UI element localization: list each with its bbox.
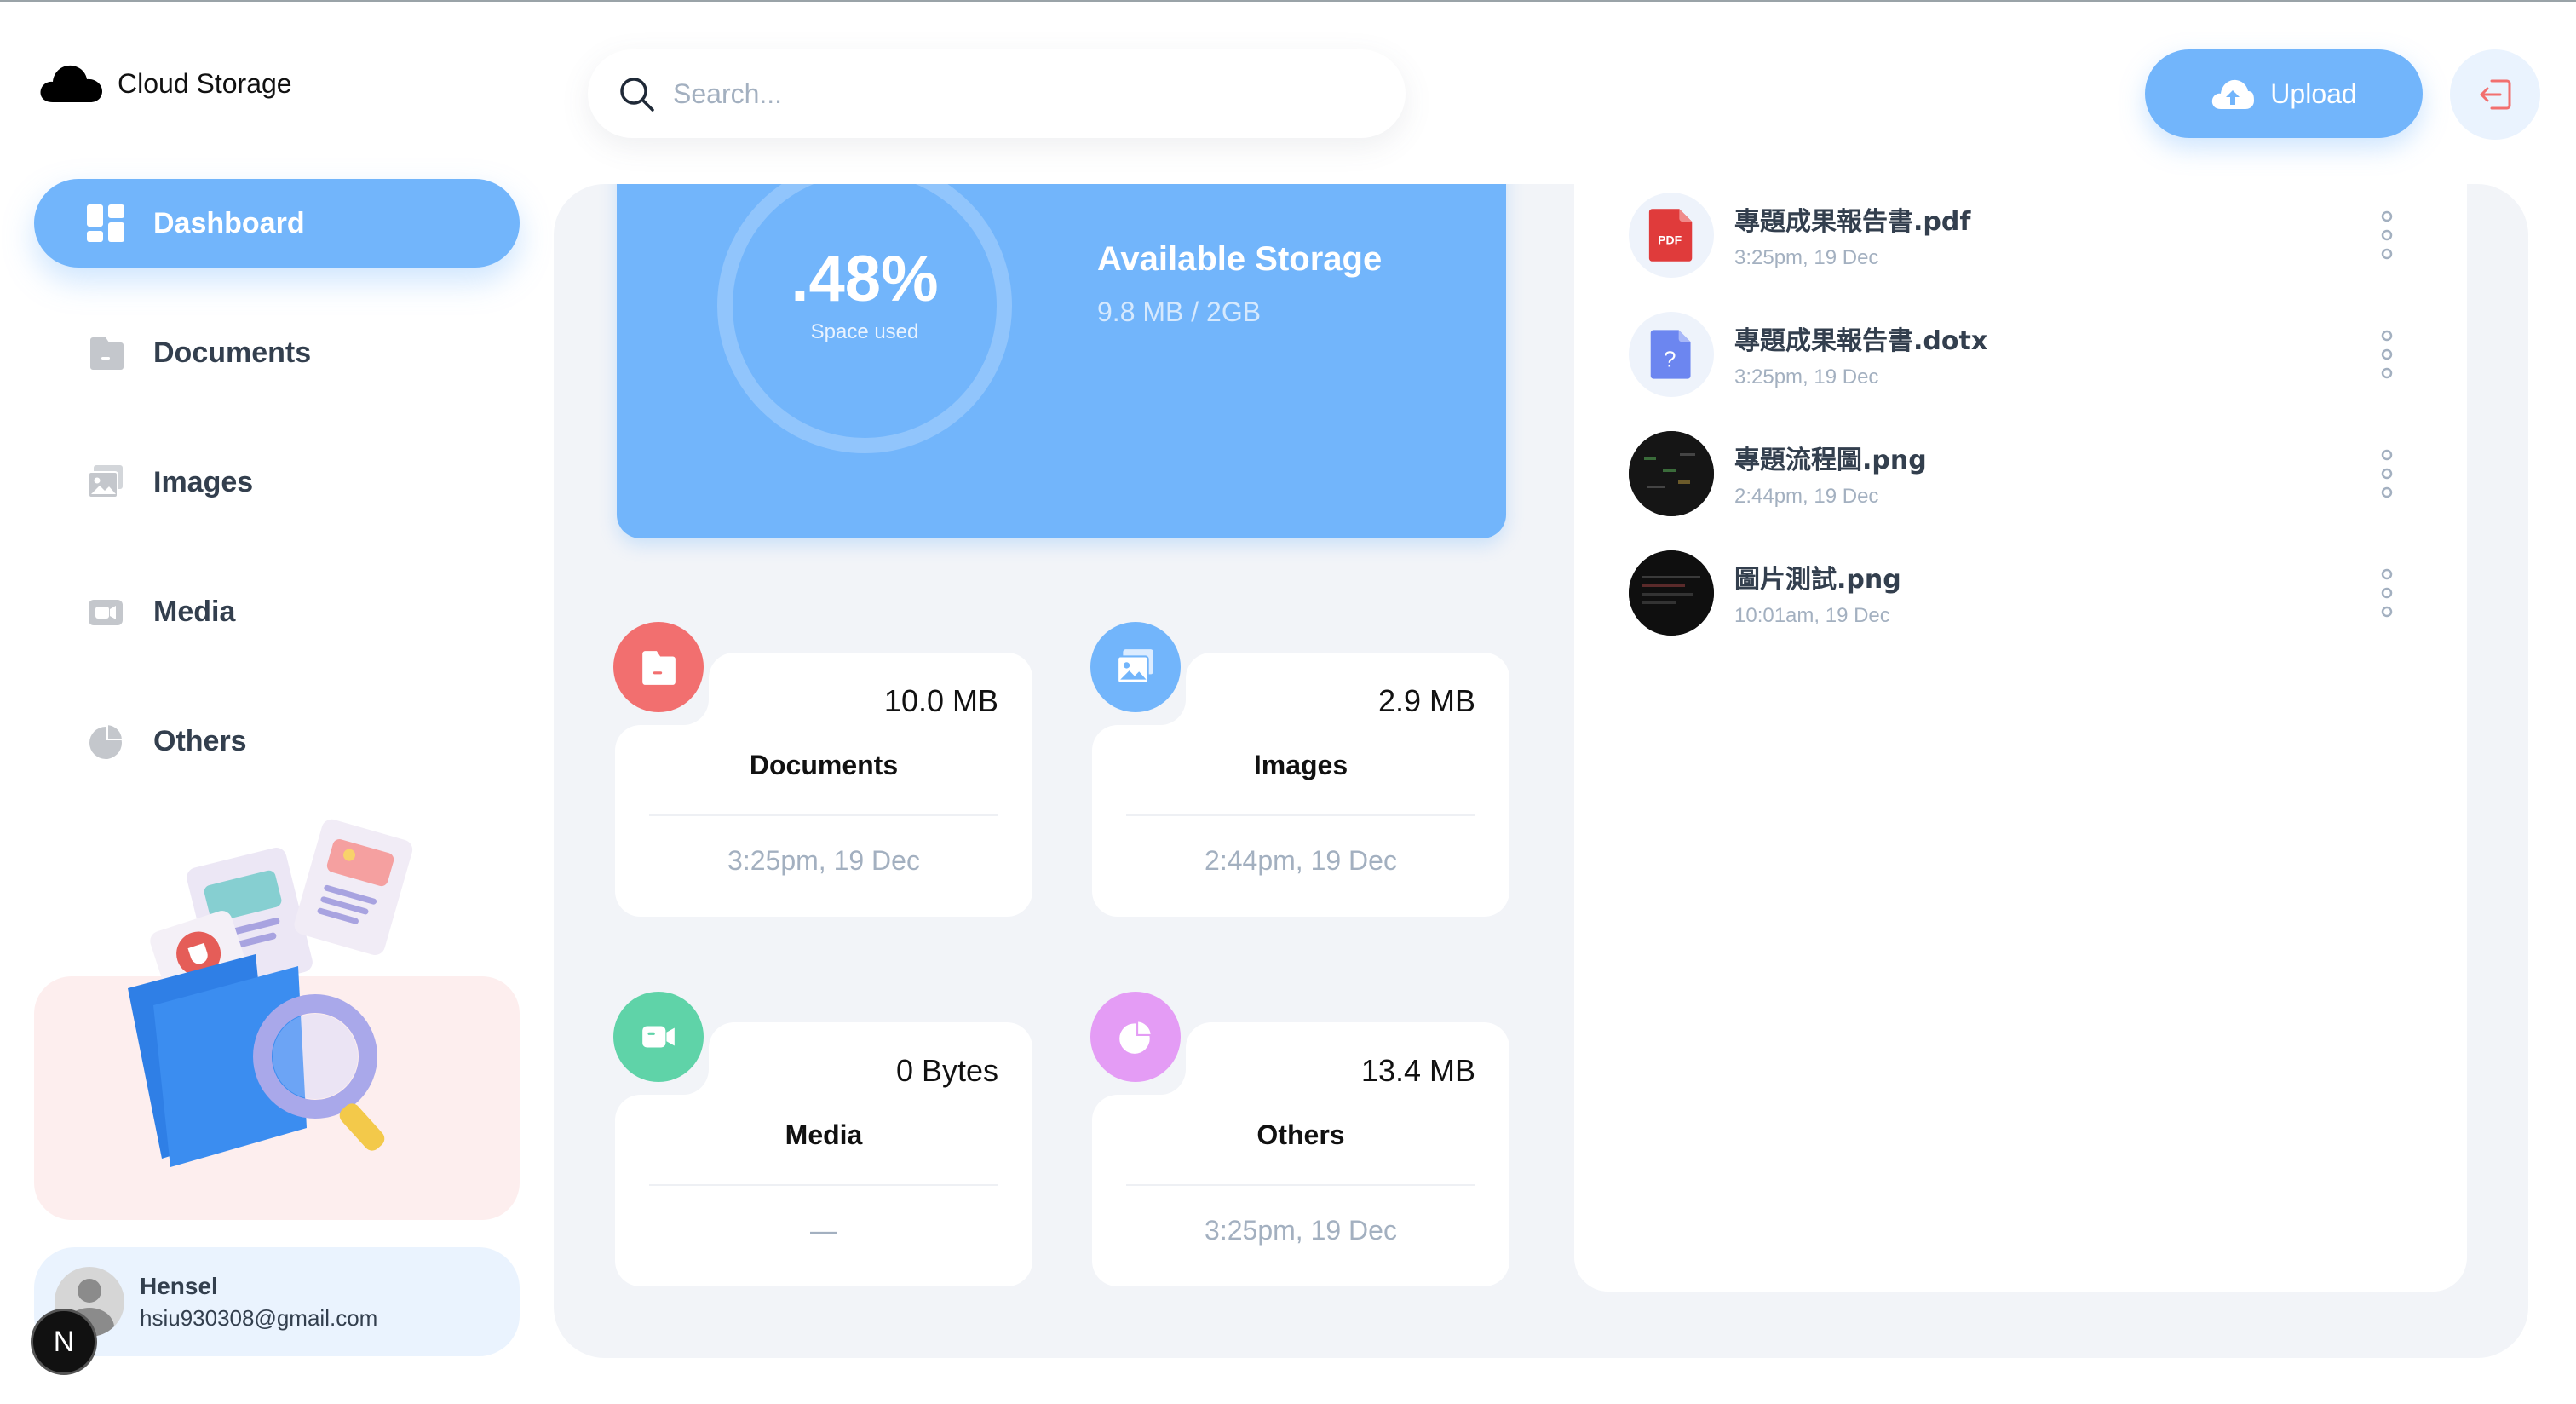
images-icon: [1117, 649, 1153, 684]
file-thumbnail: ?: [1629, 312, 1714, 397]
sidebar-nav: Dashboard Documents Images Media Others: [34, 179, 520, 826]
pdf-file-icon: PDF: [1648, 209, 1693, 262]
category-icon-badge: [613, 622, 704, 712]
category-icon-badge: [1090, 992, 1181, 1082]
user-profile[interactable]: Hensel hsiu930308@gmail.com: [34, 1247, 520, 1356]
app-title: Cloud Storage: [118, 67, 292, 99]
user-name: Hensel: [140, 1272, 218, 1299]
search-input[interactable]: [673, 78, 1354, 110]
divider: [649, 1184, 998, 1186]
sidebar-item-label: Documents: [153, 336, 312, 369]
category-name: Media: [785, 1119, 863, 1150]
file-name: 圖片測試.png: [1734, 565, 1901, 595]
category-date: 3:25pm, 19 Dec: [1205, 1215, 1397, 1246]
video-icon: [642, 1026, 675, 1048]
divider: [649, 814, 998, 816]
list-item[interactable]: 專題流程圖.png 2:44pm, 19 Dec: [1629, 431, 2429, 516]
image-preview-icon: [1629, 431, 1714, 516]
divider: [1126, 814, 1475, 816]
available-storage-value: 9.8 MB / 2GB: [1097, 296, 1262, 327]
sidebar-item-label: Images: [153, 465, 254, 498]
storage-percent: .48%: [791, 243, 939, 315]
list-item[interactable]: PDF 專題成果報告書.pdf 3:25pm, 19 Dec: [1629, 193, 2429, 278]
sidebar-item-label: Media: [153, 595, 236, 628]
pie-chart-icon: [1119, 1020, 1153, 1054]
category-card-documents[interactable]: 10.0 MB Documents 3:25pm, 19 Dec: [613, 622, 1032, 917]
category-date: —: [810, 1215, 837, 1246]
sidebar-item-documents[interactable]: Documents: [34, 308, 520, 397]
list-item[interactable]: ? 專題成果報告書.dotx 3:25pm, 19 Dec: [1629, 312, 2429, 397]
category-size: 2.9 MB: [1377, 683, 1475, 718]
sidebar-item-dashboard[interactable]: Dashboard: [34, 179, 520, 268]
sidebar-item-images[interactable]: Images: [34, 438, 520, 526]
category-size: 0 Bytes: [895, 1053, 998, 1088]
divider: [1126, 1184, 1475, 1186]
category-date: 2:44pm, 19 Dec: [1205, 845, 1397, 876]
more-vertical-icon[interactable]: [2378, 329, 2395, 380]
image-preview-icon: [1629, 550, 1714, 636]
main-content: .48% Space used Available Storage 9.8 MB…: [554, 184, 2528, 1358]
category-size: 10.0 MB: [883, 683, 998, 718]
category-card-images[interactable]: 2.9 MB Images 2:44pm, 19 Dec: [1090, 622, 1509, 917]
upload-label: Upload: [2270, 78, 2357, 109]
category-name: Documents: [749, 750, 899, 780]
storage-usage-ring: [717, 184, 1012, 453]
more-vertical-icon[interactable]: [2378, 210, 2395, 261]
dashboard-icon: [87, 204, 124, 242]
images-icon: [88, 465, 123, 498]
search-bar[interactable]: [588, 49, 1406, 138]
file-thumbnail: [1629, 550, 1714, 636]
file-name: 專題成果報告書.pdf: [1734, 207, 1971, 237]
unknown-file-icon: ?: [1650, 330, 1691, 379]
user-email: hsiu930308@gmail.com: [140, 1304, 378, 1331]
category-card-media[interactable]: 0 Bytes Media —: [613, 992, 1032, 1286]
category-icon-badge: [613, 992, 704, 1082]
file-date: 10:01am, 19 Dec: [1734, 604, 1890, 627]
document-icon: [90, 337, 124, 370]
document-icon: [642, 651, 676, 685]
category-name: Images: [1253, 750, 1348, 780]
category-date: 3:25pm, 19 Dec: [727, 845, 920, 876]
more-vertical-icon[interactable]: [2378, 448, 2395, 499]
cloud-upload-icon: [2212, 79, 2255, 109]
file-thumbnail: [1629, 431, 1714, 516]
cloud-icon: [40, 65, 102, 102]
category-size: 13.4 MB: [1360, 1053, 1475, 1088]
recent-files-panel: PDF 專題成果報告書.pdf 3:25pm, 19 Dec ? 專題成果報告書…: [1574, 184, 2467, 1292]
file-date: 3:25pm, 19 Dec: [1734, 365, 1879, 388]
unknown-file-label: ?: [1664, 347, 1676, 372]
sidebar-item-others[interactable]: Others: [34, 697, 520, 785]
available-storage-title: Available Storage: [1097, 240, 1383, 278]
category-icon-badge: [1090, 622, 1181, 712]
video-icon: [89, 600, 123, 625]
file-name: 專題流程圖.png: [1734, 446, 1927, 475]
file-thumbnail: PDF: [1629, 193, 1714, 278]
file-name: 專題成果報告書.dotx: [1734, 326, 1988, 356]
sidebar-item-media[interactable]: Media: [34, 567, 520, 656]
folder-search-illustration: [128, 819, 413, 1167]
category-card-others[interactable]: 13.4 MB Others 3:25pm, 19 Dec: [1090, 992, 1509, 1286]
logout-icon: [2480, 79, 2511, 110]
window-top-border: [0, 0, 2576, 2]
list-item[interactable]: 圖片測試.png 10:01am, 19 Dec: [1629, 550, 2429, 636]
more-vertical-icon[interactable]: [2378, 567, 2395, 619]
file-date: 2:44pm, 19 Dec: [1734, 485, 1879, 508]
pdf-label: PDF: [1658, 233, 1682, 246]
app-logo[interactable]: Cloud Storage: [39, 63, 292, 104]
pie-chart-icon: [89, 722, 124, 759]
upload-button[interactable]: Upload: [2145, 49, 2423, 138]
next-dev-badge[interactable]: N: [31, 1309, 97, 1375]
sidebar-item-label: Others: [153, 724, 247, 757]
search-icon: [620, 78, 654, 112]
storage-used-label: Space used: [810, 320, 919, 343]
logout-button[interactable]: [2450, 49, 2540, 140]
storage-summary-card: .48% Space used Available Storage 9.8 MB…: [617, 184, 1506, 538]
sidebar-item-label: Dashboard: [153, 206, 305, 239]
file-date: 3:25pm, 19 Dec: [1734, 246, 1879, 269]
category-name: Others: [1256, 1119, 1345, 1150]
